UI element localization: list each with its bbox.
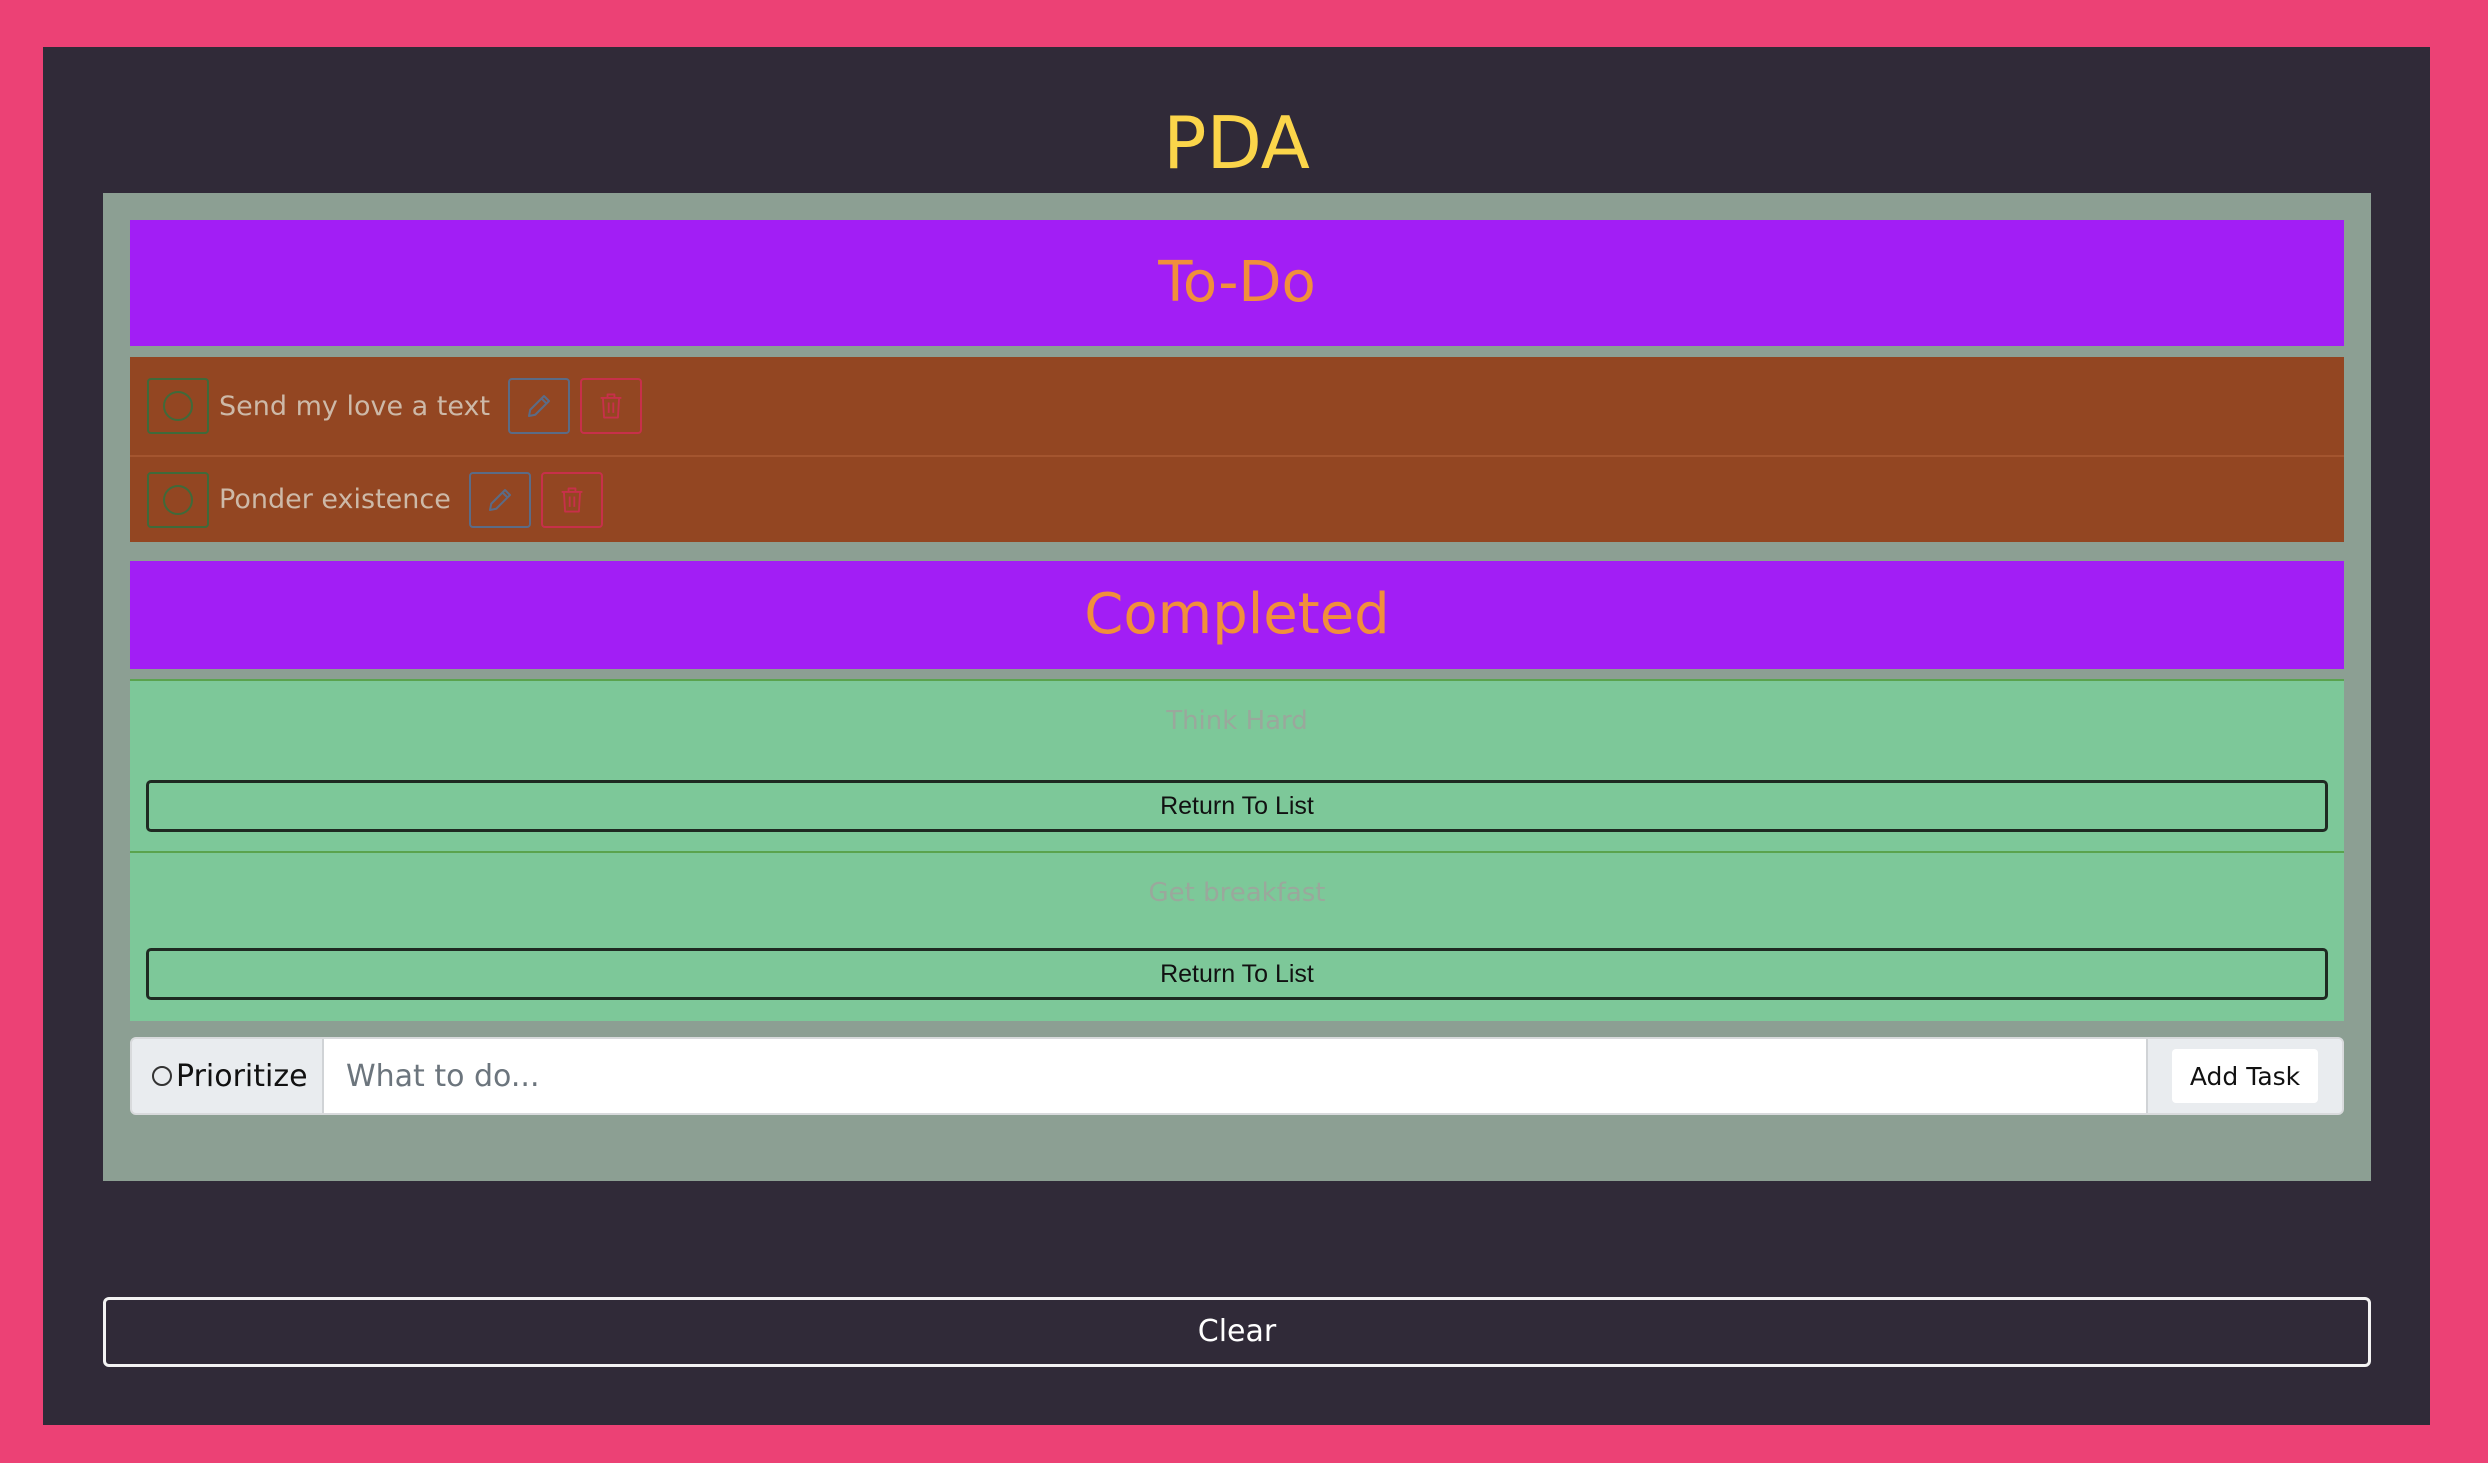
delete-button[interactable]: [580, 378, 643, 434]
app-container: PDA To-Do Send my love a text Ponder exi…: [43, 47, 2430, 1425]
clear-button[interactable]: Clear: [103, 1297, 2371, 1367]
task-input[interactable]: [324, 1039, 2146, 1113]
app-title: PDA: [1163, 101, 1310, 185]
circle-icon: [163, 484, 193, 515]
prioritize-toggle[interactable]: Prioritize: [132, 1039, 324, 1113]
completed-item-text: Get breakfast: [1148, 878, 1326, 908]
completed-item-text: Think Hard: [1166, 706, 1308, 736]
trash-icon: [561, 487, 583, 512]
complete-button[interactable]: [147, 471, 209, 528]
completed-list: Think Hard Return To List Get breakfast …: [130, 679, 2344, 1021]
todo-item-text: Ponder existence: [219, 484, 451, 515]
todo-item-text: Send my love a text: [219, 390, 491, 422]
completed-item: Think Hard Return To List: [130, 679, 2344, 851]
completed-item: Get breakfast Return To List: [130, 851, 2344, 1021]
add-task-form: Prioritize Add Task: [130, 1037, 2344, 1115]
edit-button[interactable]: [508, 378, 571, 434]
add-task-button[interactable]: Add Task: [2172, 1049, 2318, 1103]
prioritize-label: Prioritize: [176, 1058, 308, 1094]
pencil-icon: [488, 488, 511, 511]
pencil-icon: [528, 395, 551, 417]
circle-icon: [163, 391, 193, 421]
task-panel: To-Do Send my love a text Ponder existen…: [103, 193, 2371, 1181]
delete-button[interactable]: [540, 471, 603, 528]
edit-button[interactable]: [468, 471, 531, 528]
return-to-list-button[interactable]: Return To List: [146, 780, 2328, 832]
trash-icon: [600, 393, 622, 419]
complete-button[interactable]: [147, 378, 209, 434]
todo-header: To-Do: [130, 220, 2344, 346]
return-to-list-button[interactable]: Return To List: [146, 948, 2328, 1000]
add-task-wrapper: Add Task: [2146, 1039, 2342, 1113]
prioritize-radio[interactable]: [152, 1066, 172, 1086]
completed-header: Completed: [130, 561, 2344, 669]
todo-list: Send my love a text Ponder existence: [130, 357, 2344, 542]
todo-item: Ponder existence: [130, 457, 2344, 542]
todo-item: Send my love a text: [130, 357, 2344, 457]
